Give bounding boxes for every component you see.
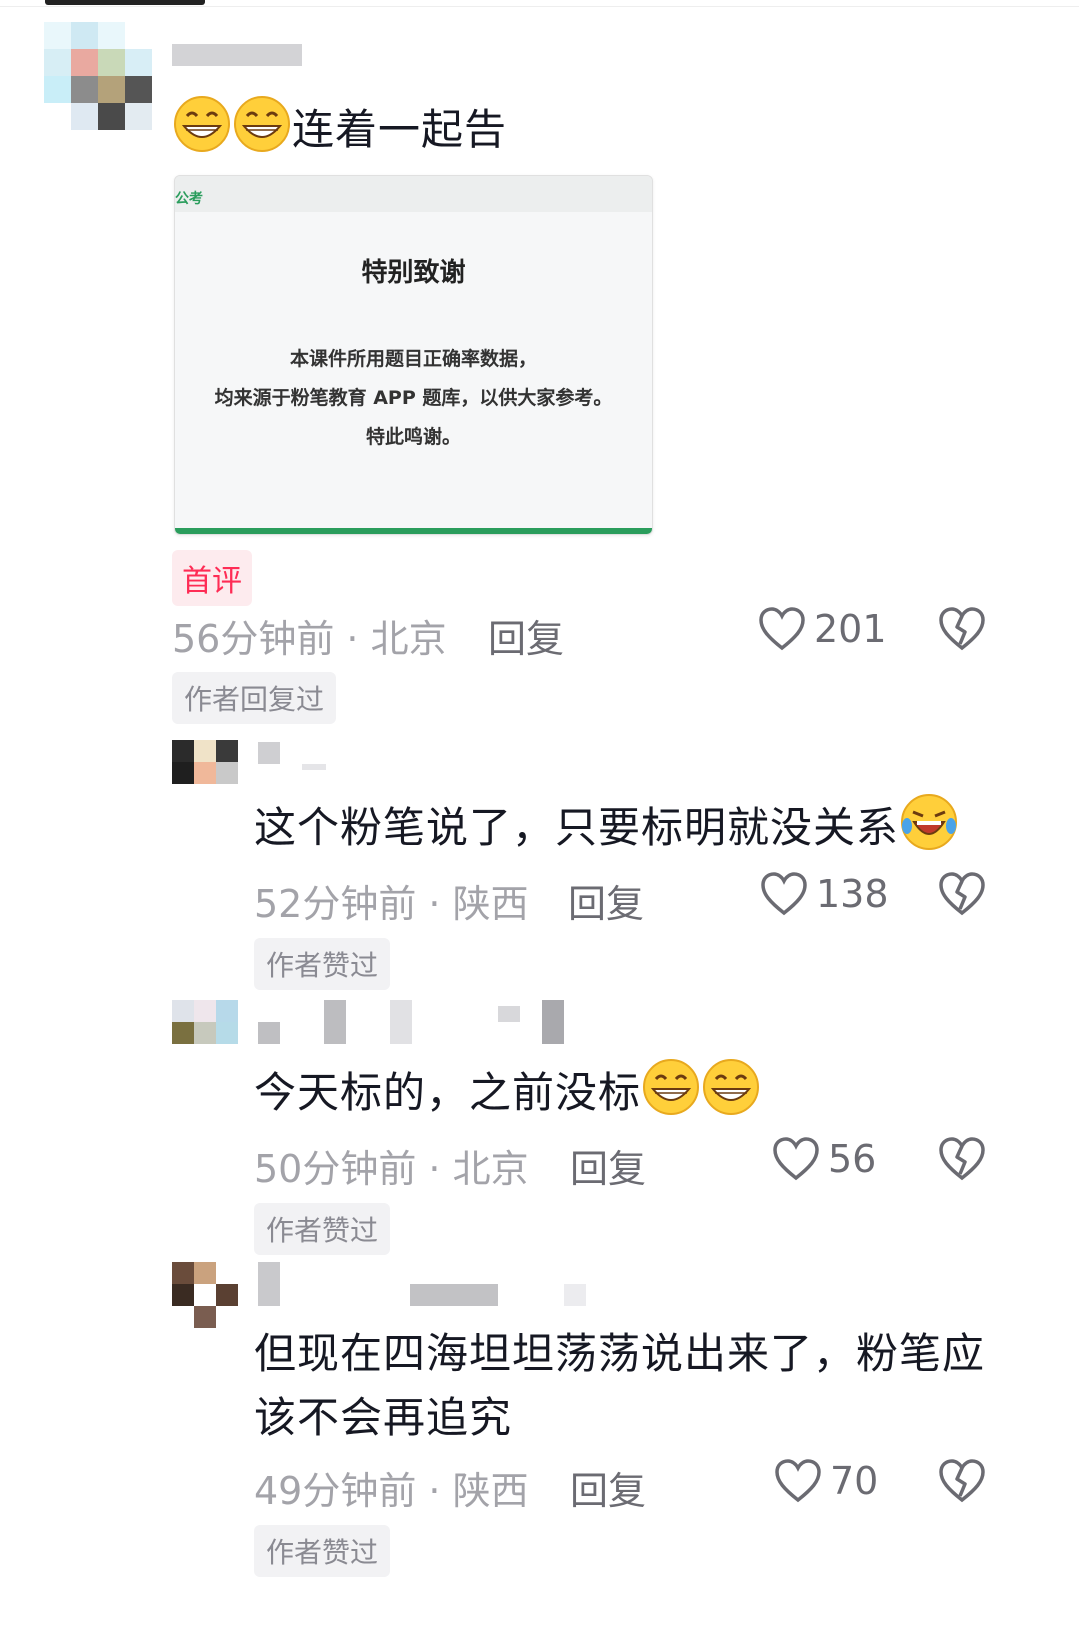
broken-heart-icon — [939, 872, 985, 916]
slide-title: 特别致谢 — [361, 258, 466, 288]
username-redacted[interactable] — [258, 742, 348, 770]
like-button[interactable]: 56 — [772, 1136, 876, 1182]
comment-text: 这个粉笔说了，只要标明就没关系 — [254, 792, 959, 860]
author-liked-badge: 作者赞过 — [254, 938, 391, 990]
comment-meta: 50分钟前 · 北京 回复 56 — [254, 1136, 1044, 1191]
avatar[interactable] — [172, 740, 238, 784]
slide-line: 特此鸣谢。 — [365, 426, 461, 448]
broken-heart-icon — [939, 607, 985, 651]
reply-button[interactable]: 回复 — [570, 1138, 646, 1193]
comment-meta: 49分钟前 · 陕西 回复 70 — [254, 1458, 1044, 1513]
like-count: 138 — [816, 872, 889, 916]
comment-text-line: 该不会再追究 — [254, 1393, 513, 1442]
heart-icon — [761, 872, 807, 916]
comment-meta: 56分钟前 · 北京 回复 201 — [172, 606, 1042, 661]
author-liked-badge: 作者赞过 — [254, 1525, 391, 1577]
username-redacted[interactable] — [258, 1000, 568, 1044]
first-comment-badge: 首评 — [172, 550, 252, 606]
avatar[interactable] — [172, 1262, 238, 1328]
timestamp-location: 49分钟前 · 陕西 — [254, 1469, 529, 1513]
slide-logo: 公考 — [175, 191, 203, 207]
comment-text-body: 今天标的，之前没标 — [254, 1068, 642, 1117]
avatar[interactable] — [172, 1000, 238, 1044]
timestamp-location: 56分钟前 · 北京 — [172, 617, 447, 661]
like-button[interactable]: 201 — [758, 606, 887, 652]
slide-header-bar — [175, 176, 652, 212]
grin-emoji — [234, 96, 290, 152]
slide-line: 均来源于粉笔教育 APP 题库，以供大家参考。 — [214, 387, 613, 409]
grin-emoji — [643, 1059, 700, 1115]
heart-icon — [775, 1459, 821, 1503]
slide-line: 本课件所用题目正确率数据， — [289, 348, 537, 370]
comment-text: 今天标的，之前没标 — [254, 1057, 761, 1125]
broken-heart-icon — [939, 1459, 985, 1503]
reply-button[interactable]: 回复 — [568, 873, 644, 928]
like-count: 70 — [830, 1459, 879, 1503]
dislike-button[interactable] — [938, 1458, 986, 1513]
comment-text-line: 但现在四海坦坦荡荡说出来了，粉笔应 — [254, 1329, 986, 1378]
image-attachment[interactable]: 公考 特别致谢 本课件所用题目正确率数据， 均来源于粉笔教育 APP 题库，以供… — [174, 175, 653, 535]
author-liked-badge: 作者赞过 — [254, 1203, 391, 1255]
username-redacted[interactable] — [172, 44, 302, 66]
reply-button[interactable]: 回复 — [488, 608, 564, 663]
author-replied-badge: 作者回复过 — [172, 672, 337, 724]
comment-text-body: 连着一起告 — [292, 105, 508, 154]
like-count: 56 — [828, 1137, 877, 1181]
grin-emoji — [174, 96, 230, 152]
dislike-button[interactable] — [938, 871, 986, 926]
reply-button[interactable]: 回复 — [570, 1460, 646, 1515]
dislike-button[interactable] — [938, 606, 986, 661]
top-divider — [0, 0, 1079, 7]
comment-meta: 52分钟前 · 陕西 回复 138 — [254, 871, 1044, 926]
like-button[interactable]: 70 — [774, 1458, 878, 1504]
broken-heart-icon — [939, 1137, 985, 1181]
comment-text: 连着一起告 — [172, 94, 507, 162]
avatar[interactable] — [44, 22, 152, 130]
timestamp-location: 50分钟前 · 北京 — [254, 1147, 529, 1191]
cropped-header-fragment — [45, 0, 205, 5]
comment-text: 但现在四海坦坦荡荡说出来了，粉笔应 该不会再追究 — [254, 1322, 985, 1450]
slide-footer-bar — [175, 528, 652, 534]
timestamp-location: 52分钟前 · 陕西 — [254, 882, 529, 926]
heart-icon — [773, 1137, 819, 1181]
username-redacted[interactable] — [258, 1262, 588, 1306]
heart-icon — [759, 607, 805, 651]
like-count: 201 — [814, 607, 887, 651]
dislike-button[interactable] — [938, 1136, 986, 1191]
comment-text-body: 这个粉笔说了，只要标明就没关系 — [254, 803, 900, 852]
like-button[interactable]: 138 — [760, 871, 889, 917]
laugh-cry-emoji — [901, 794, 958, 850]
grin-emoji — [703, 1059, 760, 1115]
